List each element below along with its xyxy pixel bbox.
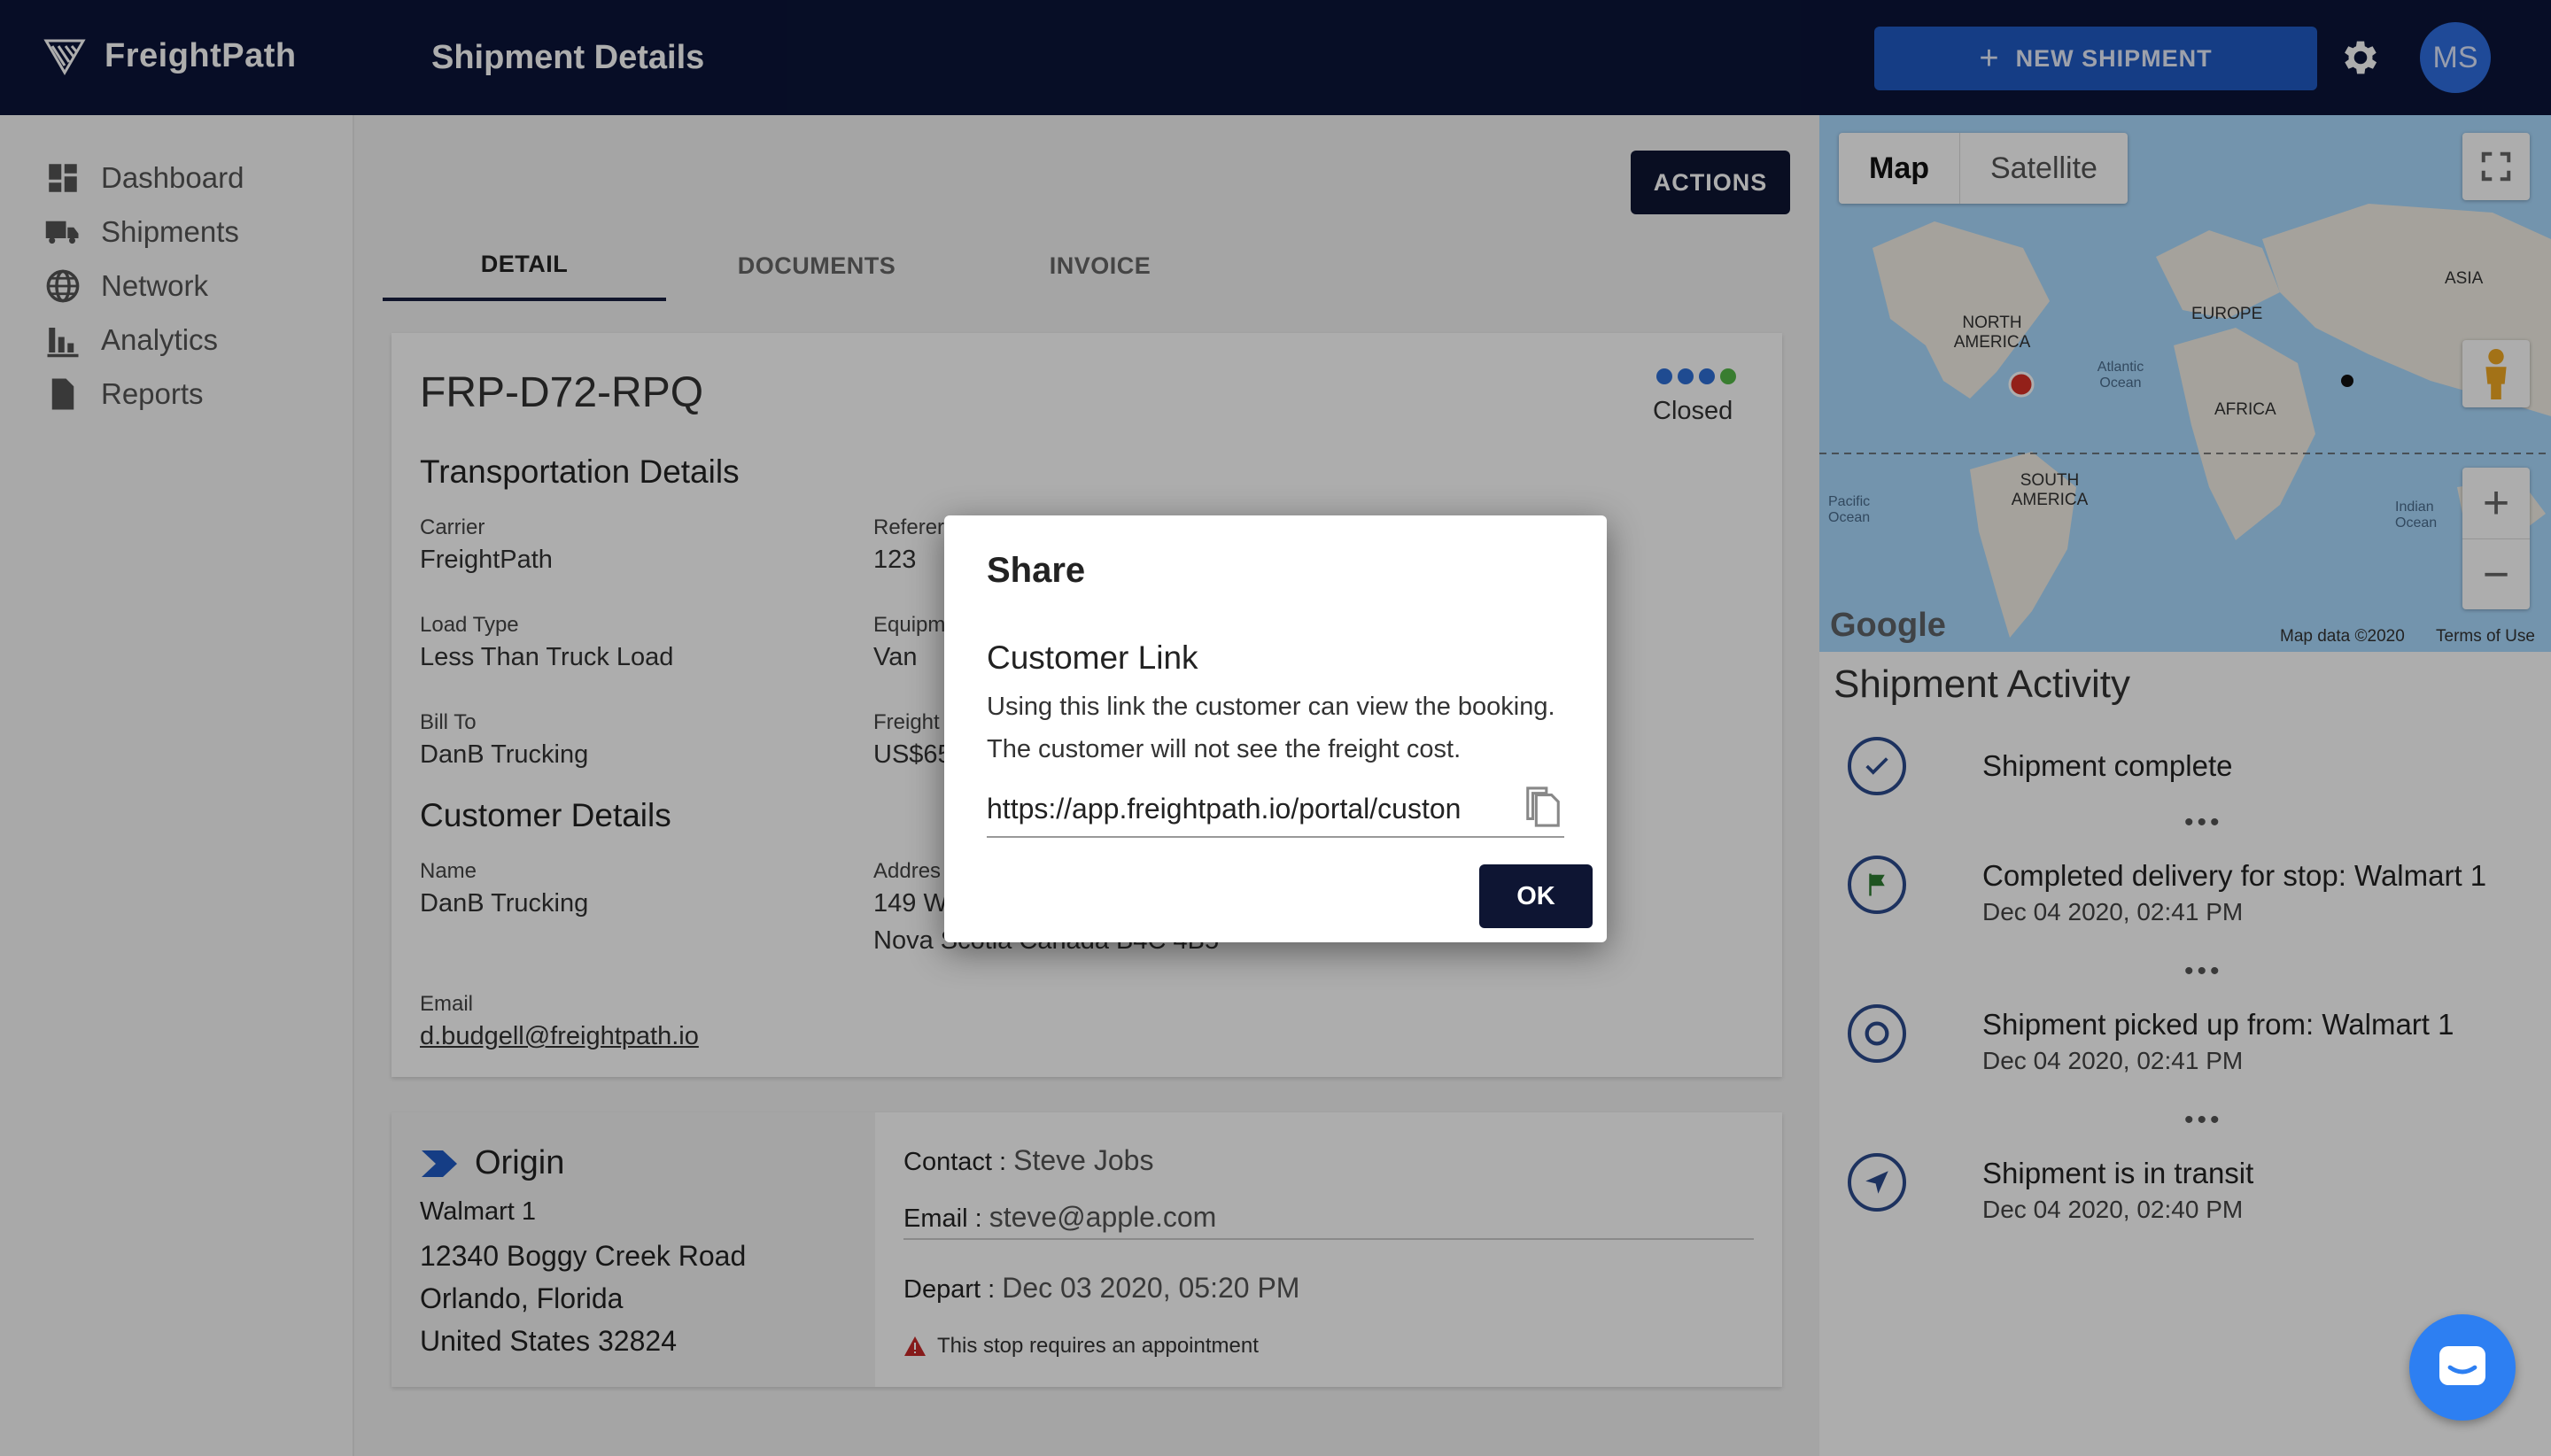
customer-link-input[interactable]	[987, 785, 1509, 833]
dialog-subtitle: Customer Link	[987, 639, 1198, 676]
copy-icon[interactable]	[1525, 786, 1561, 827]
customer-link-field	[987, 781, 1564, 838]
dialog-title: Share	[987, 551, 1086, 590]
chat-icon	[2439, 1346, 2485, 1385]
dialog-description: Using this link the customer can view th…	[987, 693, 1555, 721]
dialog-description-2: The customer will not see the freight co…	[987, 735, 1462, 763]
ok-button[interactable]: OK	[1479, 864, 1593, 928]
chat-launcher-button[interactable]	[2409, 1314, 2516, 1421]
share-dialog: Share Customer Link Using this link the …	[944, 515, 1607, 942]
